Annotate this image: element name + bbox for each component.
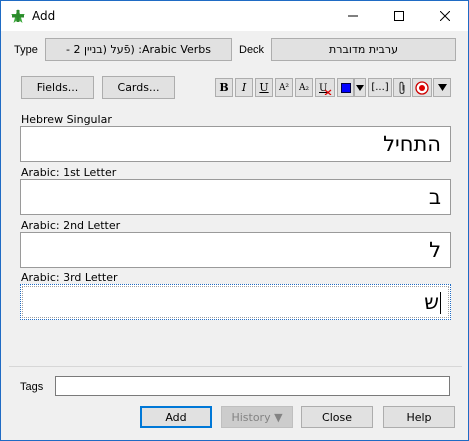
more-dropdown-icon	[437, 84, 447, 91]
text-color-button[interactable]	[337, 78, 354, 97]
more-options-button[interactable]	[433, 78, 451, 97]
bold-button[interactable]: B	[215, 78, 233, 97]
field-input-arabic-2nd-letter[interactable]: ל	[20, 232, 451, 268]
color-dropdown-icon	[356, 84, 364, 91]
field-input-arabic-3rd-letter[interactable]: ש	[20, 284, 451, 320]
italic-button[interactable]: I	[235, 78, 253, 97]
deck-button[interactable]: ערבית מדוברת	[271, 38, 456, 61]
field-input-hebrew-singular[interactable]: התחיל	[20, 126, 451, 162]
window-title: Add	[32, 9, 56, 23]
type-label: Type	[14, 44, 38, 56]
attach-button[interactable]	[393, 78, 411, 97]
cloze-button[interactable]: [...]	[368, 78, 392, 97]
divider	[9, 366, 462, 367]
tags-input[interactable]	[55, 376, 450, 396]
field-input-arabic-1st-letter[interactable]: ב	[20, 179, 451, 215]
text-color-swatch	[340, 82, 351, 93]
title-bar: Add	[1, 1, 468, 31]
close-button[interactable]: Close	[301, 406, 373, 428]
help-button[interactable]: Help	[383, 406, 455, 428]
paperclip-icon	[399, 81, 405, 94]
add-button[interactable]: Add	[140, 406, 212, 428]
field-label-arabic-1st-letter: Arabic: 1st Letter	[21, 166, 117, 179]
history-button[interactable]: History ▼	[221, 406, 293, 428]
field-label-arabic-3rd-letter: Arabic: 3rd Letter	[21, 271, 118, 284]
color-dropdown-button[interactable]	[354, 78, 366, 97]
minimize-icon	[348, 15, 358, 17]
record-audio-icon	[415, 80, 429, 95]
clear-formatting-button[interactable]: U	[315, 78, 335, 97]
close-window-button[interactable]	[422, 1, 468, 31]
underline-button[interactable]: U	[255, 78, 273, 97]
field-label-hebrew-singular: Hebrew Singular	[21, 113, 112, 126]
maximize-icon	[394, 11, 404, 21]
cards-button[interactable]: Cards...	[102, 76, 175, 99]
minimize-button[interactable]	[330, 1, 376, 31]
subscript-button[interactable]: A₂	[295, 78, 313, 97]
clear-formatting-icon: U	[319, 83, 332, 95]
close-icon	[440, 11, 450, 21]
fields-button[interactable]: Fields...	[21, 76, 94, 99]
field-value-arabic-3rd-letter: ש	[424, 290, 439, 314]
record-audio-button[interactable]	[412, 78, 432, 97]
superscript-button[interactable]: A²	[275, 78, 293, 97]
maximize-button[interactable]	[376, 1, 422, 31]
deck-label: Deck	[239, 44, 265, 56]
anki-star-icon	[11, 9, 25, 23]
text-caret	[440, 292, 441, 314]
svg-text:U: U	[319, 83, 327, 94]
note-type-button[interactable]: Arabic Verbs: (פֿעל (בניין 2 -	[45, 38, 232, 61]
field-label-arabic-2nd-letter: Arabic: 2nd Letter	[21, 219, 121, 232]
tags-label: Tags	[20, 381, 44, 393]
add-dialog: Add Type Arabic Verbs: (פֿעל (בניין 2 - …	[0, 0, 469, 441]
